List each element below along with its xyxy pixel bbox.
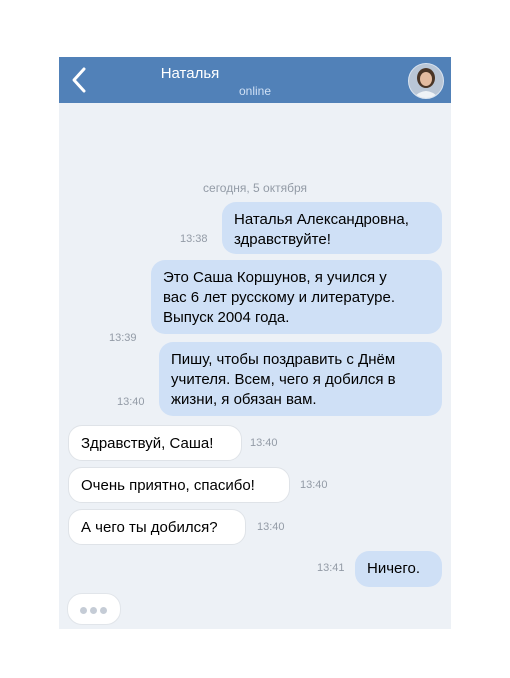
- message-line: Здравствуй, Саша!: [81, 435, 214, 452]
- incoming-message[interactable]: А чего ты добился?: [68, 509, 246, 545]
- typing-dots-icon: [67, 593, 121, 625]
- chat-screen: Наталья online сегодня, 5 октября Наталь…: [59, 57, 451, 629]
- message-line: А чего ты добился?: [81, 519, 218, 536]
- chat-header: Наталья online: [59, 57, 451, 103]
- outgoing-message[interactable]: Это Саша Коршунов, я учился у вас 6 лет …: [151, 260, 442, 334]
- date-separator: сегодня, 5 октября: [203, 181, 307, 195]
- message-line: Это Саша Коршунов, я учился у: [163, 269, 387, 286]
- message-time: 13:38: [180, 233, 208, 245]
- typing-dot: [100, 607, 107, 614]
- avatar[interactable]: [408, 63, 444, 99]
- message-line: Наталья Александровна,: [234, 211, 409, 228]
- message-time: 13:40: [250, 437, 278, 449]
- message-line: вас 6 лет русскому и литературе.: [163, 289, 395, 306]
- message-time: 13:40: [300, 479, 328, 491]
- message-time: 13:40: [257, 521, 285, 533]
- message-time: 13:40: [117, 396, 145, 408]
- message-line: учителя. Всем, чего я добился в: [171, 371, 396, 388]
- avatar-image: [409, 64, 443, 98]
- typing-dot: [90, 607, 97, 614]
- message-time: 13:41: [317, 562, 345, 574]
- message-line: жизни, я обязан вам.: [171, 391, 317, 408]
- incoming-message[interactable]: Здравствуй, Саша!: [68, 425, 242, 461]
- message-time: 13:39: [109, 332, 137, 344]
- message-line: Очень приятно, спасибо!: [81, 477, 255, 494]
- outgoing-message[interactable]: Пишу, чтобы поздравить с Днём учителя. В…: [159, 342, 442, 416]
- message-line: Пишу, чтобы поздравить с Днём: [171, 351, 396, 368]
- message-line: здравствуйте!: [234, 231, 331, 248]
- message-line: Выпуск 2004 года.: [163, 309, 290, 326]
- message-line: Ничего.: [367, 560, 421, 577]
- outgoing-message[interactable]: Ничего.: [355, 551, 442, 587]
- incoming-message[interactable]: Очень приятно, спасибо!: [68, 467, 290, 503]
- online-status: online: [238, 84, 272, 98]
- outgoing-message[interactable]: Наталья Александровна, здравствуйте!: [222, 202, 442, 254]
- contact-name[interactable]: Наталья: [59, 65, 321, 82]
- typing-dot: [80, 607, 87, 614]
